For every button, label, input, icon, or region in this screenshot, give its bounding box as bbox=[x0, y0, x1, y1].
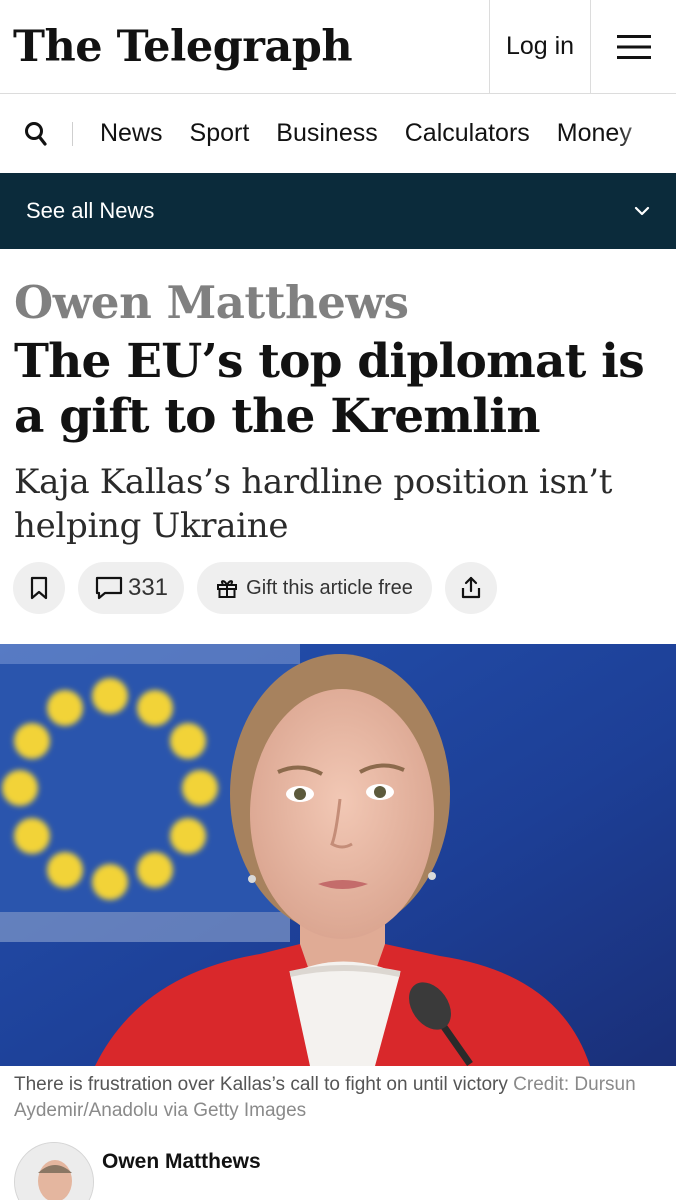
nav-divider bbox=[72, 122, 73, 146]
gift-article-button[interactable]: Gift this article free bbox=[197, 562, 432, 614]
comments-button[interactable]: 331 bbox=[78, 562, 184, 614]
login-button[interactable]: Log in bbox=[489, 0, 590, 93]
author-byline-name[interactable]: Owen Matthews bbox=[102, 1150, 261, 1174]
chevron-down-icon bbox=[634, 206, 650, 216]
bookmark-button[interactable] bbox=[13, 562, 65, 614]
main-nav: News Sport Business Calculators Money bbox=[0, 94, 676, 173]
search-button[interactable] bbox=[0, 94, 72, 173]
site-header: The Telegraph Log in bbox=[0, 0, 676, 94]
article-standfirst: Kaja Kallas’s hardline position isn’t he… bbox=[14, 462, 613, 546]
nav-item-calculators[interactable]: Calculators bbox=[405, 119, 530, 148]
nav-fade bbox=[616, 94, 676, 173]
search-icon bbox=[25, 121, 47, 146]
hamburger-menu-icon bbox=[616, 34, 651, 59]
nav-item-business[interactable]: Business bbox=[276, 119, 377, 148]
credit-label: Credit: bbox=[513, 1074, 570, 1095]
comment-icon bbox=[95, 576, 123, 600]
article-actions: 331 Gift this article free bbox=[13, 562, 497, 614]
gift-icon bbox=[217, 580, 238, 598]
bookmark-icon bbox=[30, 576, 48, 600]
image-caption: There is frustration over Kallas’s call … bbox=[14, 1072, 664, 1124]
share-button[interactable] bbox=[445, 562, 497, 614]
comment-count: 331 bbox=[127, 574, 169, 601]
article-headline: The EU’s top diplomat is a gift to the K… bbox=[14, 334, 645, 444]
caption-text: There is frustration over Kallas’s call … bbox=[14, 1074, 508, 1095]
telegraph-logo[interactable]: The Telegraph bbox=[0, 0, 489, 93]
share-icon bbox=[461, 576, 481, 599]
author-avatar[interactable] bbox=[14, 1142, 94, 1200]
menu-button[interactable] bbox=[590, 0, 676, 93]
nav-item-news[interactable]: News bbox=[100, 119, 163, 148]
nav-item-sport[interactable]: Sport bbox=[190, 119, 250, 148]
author-avatar-image bbox=[15, 1143, 93, 1200]
article-hero-image bbox=[0, 644, 676, 1066]
hero-photo-illustration bbox=[0, 644, 676, 1066]
see-all-news-label: See all News bbox=[26, 198, 155, 223]
gift-article-label: Gift this article free bbox=[246, 576, 413, 599]
author-kicker[interactable]: Owen Matthews bbox=[14, 276, 409, 329]
see-all-news-bar[interactable]: See all News bbox=[0, 173, 676, 249]
nav-items: News Sport Business Calculators Money bbox=[72, 119, 632, 148]
